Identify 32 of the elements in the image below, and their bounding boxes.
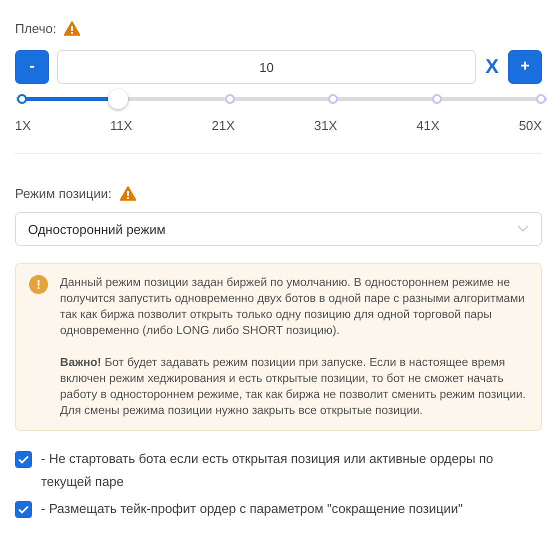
check-icon xyxy=(18,455,29,464)
field-label: Режим позиции: xyxy=(15,186,112,200)
decrease-button[interactable]: - xyxy=(15,50,49,84)
increase-button[interactable]: + xyxy=(508,50,542,84)
slider-stop xyxy=(536,94,546,104)
slider-stop xyxy=(432,94,442,104)
unit-label: X xyxy=(484,56,500,78)
warning-icon xyxy=(64,20,80,36)
checkbox[interactable] xyxy=(15,451,32,468)
field-label: Плечо: xyxy=(15,20,56,36)
checkbox-label: - Не стартовать бота если есть открытая позиция или активные ордеры по текущей паре xyxy=(41,450,494,491)
mode-select[interactable]: Односторонний режим xyxy=(15,212,542,246)
alert-text: Важно! Бот будет задавать режим позиции при запуске. Если в настоящее время включен режим хеджирования и есть открытые позиции, то бот не сможет начать работу в одностороннем режиме, так как биржа не позволит сменить режим позиции. Для смены режима позиции нужно закрыть все открытые позиции. xyxy=(60,355,527,419)
checkbox[interactable] xyxy=(15,501,32,518)
alert-icon: ! xyxy=(29,275,48,294)
select-value: Односторонний режим xyxy=(28,222,166,236)
tick-label: 31X xyxy=(314,118,338,133)
tick-label: 41X xyxy=(416,118,440,133)
leverage-input[interactable]: 10 xyxy=(57,50,476,84)
tick-label: 21X xyxy=(212,118,235,133)
tick-label: 11X xyxy=(110,118,132,133)
slider-thumb[interactable] xyxy=(108,89,128,109)
tick-label: 50X xyxy=(518,118,542,133)
alert-text: Данный режим позиции задан биржей по умолчанию. В одностороннем режиме не получится запустить одновременно двух ботов в одной паре с разными алгоритмами так как биржа позволит открыть только одну позицию для одной торговой пары одновременно (либо LONG либо SHORT позицию). xyxy=(60,275,526,339)
checkbox-label: - Размещать тейк-профит ордер с параметром "сокращение позиции" xyxy=(41,500,463,518)
slider-stop xyxy=(17,94,27,104)
slider-stop xyxy=(224,94,235,104)
tick-label: 1X xyxy=(15,118,31,133)
warning-icon xyxy=(120,186,136,200)
slider-stop xyxy=(328,94,338,104)
chevron-down-icon xyxy=(517,225,529,233)
check-icon xyxy=(18,505,29,514)
